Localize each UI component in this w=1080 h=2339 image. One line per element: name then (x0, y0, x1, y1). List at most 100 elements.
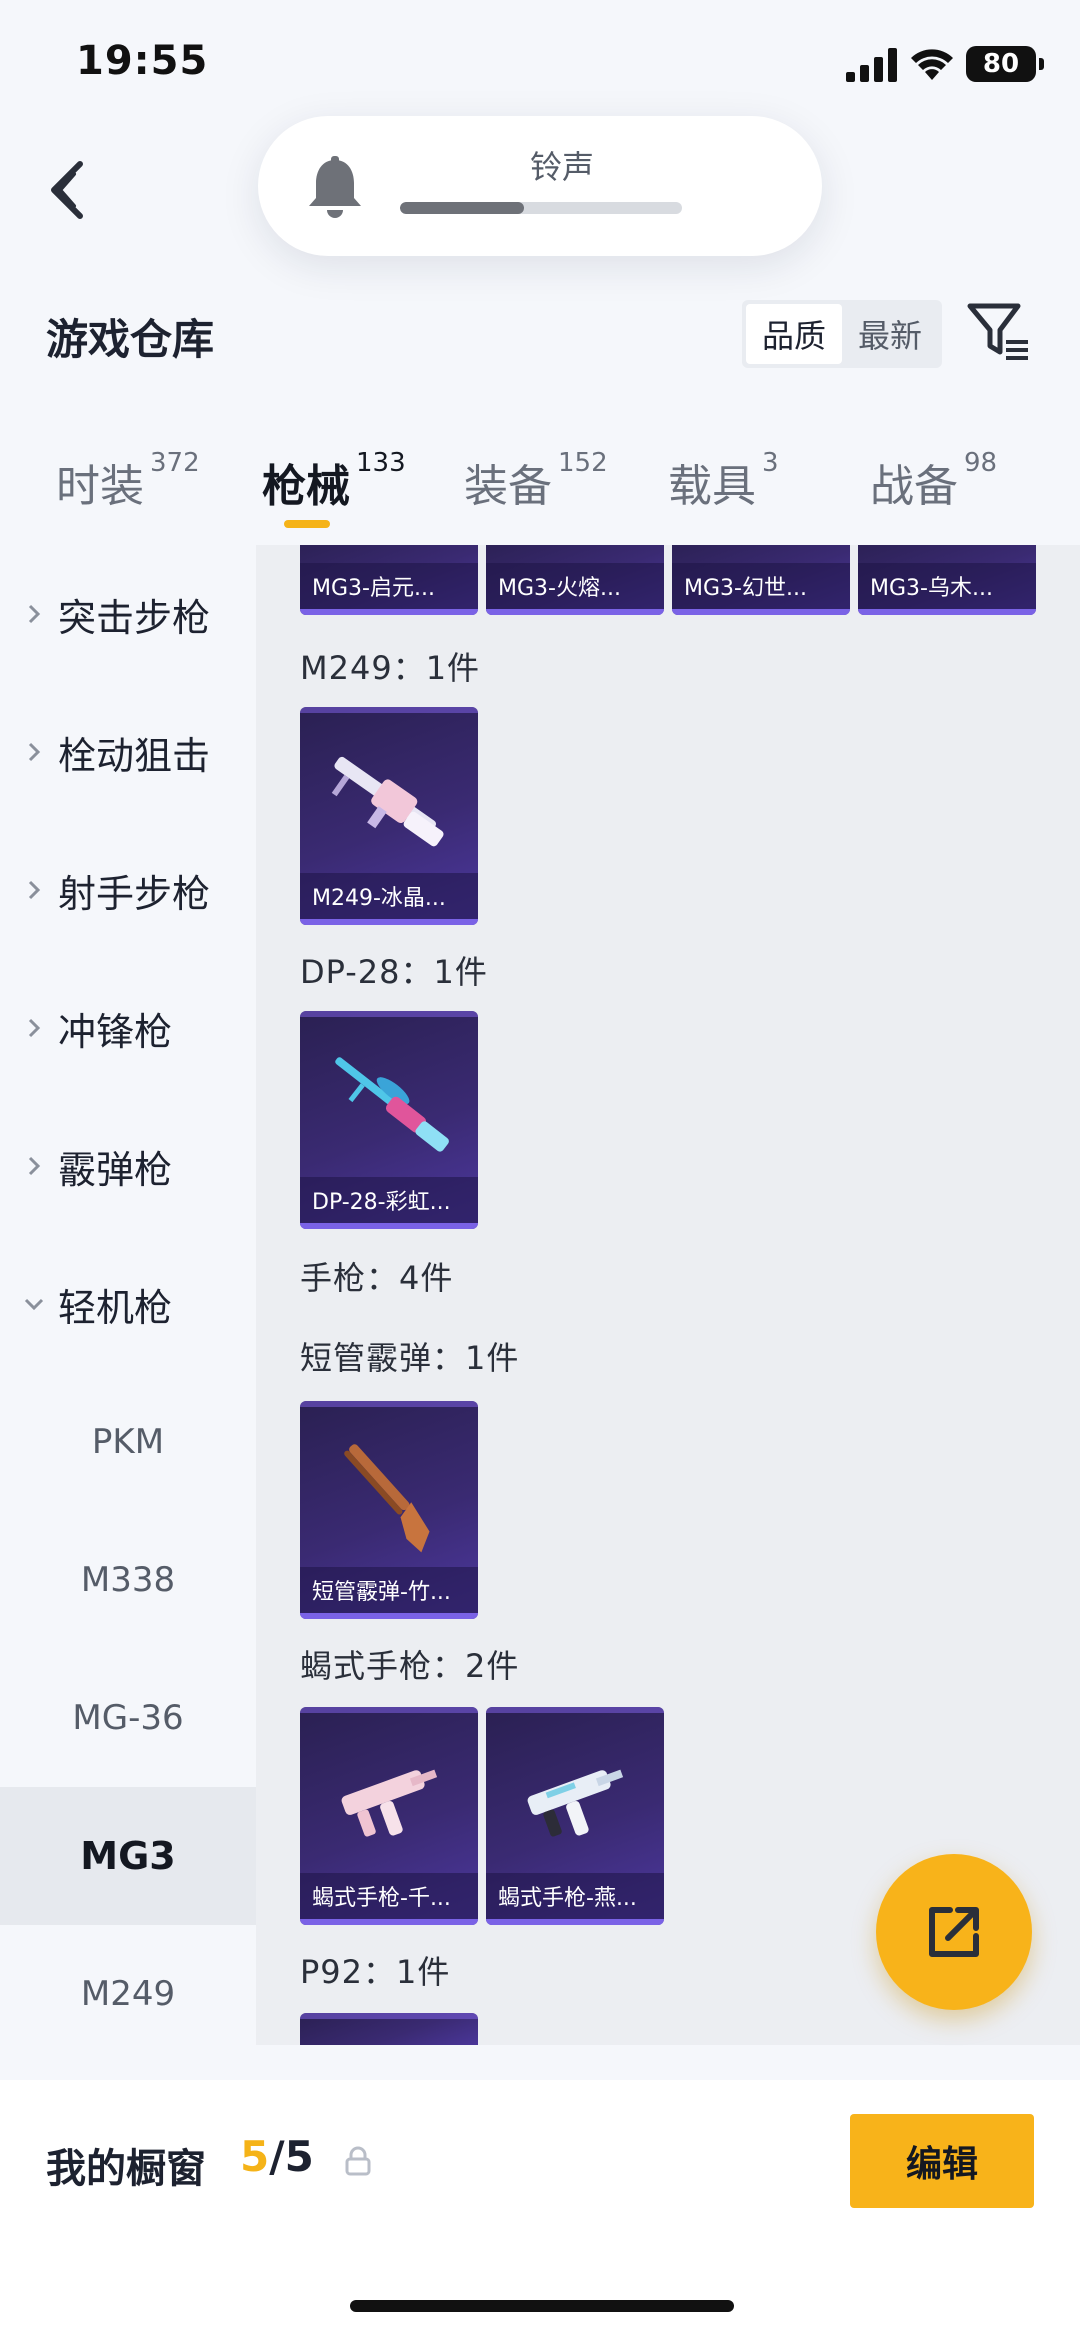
sidebar-item-bolt-sniper[interactable]: 栓动狙击 (0, 683, 256, 821)
tab-firearms[interactable]: 枪械 133 (262, 448, 406, 514)
sawed-off-shotgun-icon (344, 1444, 430, 1553)
tab-count: 98 (964, 448, 998, 478)
sidebar-subitem-mg36[interactable]: MG-36 (0, 1649, 256, 1787)
group-title: M249：1件 (300, 649, 481, 687)
sort-toggle: 品质 最新 (742, 300, 942, 368)
weapon-card[interactable]: MG3-幻世... (672, 545, 850, 615)
showcase-bar: 我的橱窗 5/5 编辑 (0, 2080, 1080, 2339)
chevron-right-icon (28, 880, 41, 900)
smg-pistol-icon (341, 1769, 438, 1837)
sort-newest-button[interactable]: 最新 (842, 304, 938, 364)
weapon-card[interactable]: 短管霰弹-竹... (300, 1401, 478, 1619)
sidebar-subitem-m249[interactable]: M249 (0, 1925, 256, 2063)
rarity-bar (300, 609, 478, 615)
share-export-icon (929, 1907, 979, 1957)
status-bar: 19:55 80 (0, 0, 1080, 120)
rarity-bar (858, 609, 1036, 615)
card-stripe (300, 1401, 478, 1407)
home-indicator (350, 2300, 734, 2312)
weapon-card[interactable]: MG3-火熔... (486, 545, 664, 615)
card-stripe (300, 707, 478, 713)
weapon-card[interactable]: MG3-乌木... (858, 545, 1036, 615)
rarity-bar (486, 609, 664, 615)
bell-icon (309, 156, 361, 218)
tab-count: 152 (558, 448, 608, 478)
showcase-count: 5/5 (240, 2132, 314, 2181)
weapon-card[interactable]: DP-28-彩虹... (300, 1011, 478, 1229)
sidebar-item-label: 突击步枪 (58, 595, 211, 640)
rarity-bar (486, 1919, 664, 1925)
chevron-right-icon (28, 1156, 41, 1176)
ringtone-volume-popup[interactable]: 铃声 (258, 116, 822, 256)
group-title: P92：1件 (300, 1953, 451, 1991)
sidebar-item-label: 轻机枪 (58, 1285, 173, 1330)
weapon-card-name: 蝎式手枪-燕... (486, 1873, 664, 1919)
filter-button[interactable] (964, 298, 1034, 368)
weapon-card-name: 短管霰弹-竹... (300, 1567, 478, 1613)
tab-count: 372 (150, 448, 200, 478)
sidebar-item-shotgun[interactable]: 霰弹枪 (0, 1097, 256, 1235)
weapon-card-name: MG3-幻世... (672, 563, 850, 609)
sidebar-item-label: 射手步枪 (58, 871, 211, 916)
weapon-card[interactable]: M249-冰晶... (300, 707, 478, 925)
ringtone-label: 铃声 (529, 148, 594, 186)
sidebar-item-assault-rifle[interactable]: 突击步枪 (0, 545, 256, 683)
tab-fashion[interactable]: 时装 372 (56, 448, 200, 514)
chevron-right-icon (28, 742, 41, 762)
sidebar-item-lmg[interactable]: 轻机枪 (0, 1235, 256, 1373)
card-stripe (300, 2013, 478, 2019)
rarity-bar (300, 1223, 478, 1229)
sidebar-subitem-mg3[interactable]: MG3 (0, 1787, 256, 1925)
tab-supplies[interactable]: 战备 98 (870, 448, 998, 514)
wifi-icon (911, 49, 953, 80)
weapon-card-name: 蝎式手枪-千... (300, 1873, 478, 1919)
weapon-card-name: DP-28-彩虹... (300, 1177, 478, 1223)
category-tabs: 时装 372 枪械 133 装备 152 载具 3 战备 98 (0, 430, 1080, 540)
tab-count: 3 (762, 448, 779, 478)
weapon-card-name: MG3-乌木... (858, 563, 1036, 609)
tab-label: 装备 (464, 461, 552, 512)
group-title: 蝎式手枪：2件 (300, 1647, 520, 1685)
tab-label: 枪械 (262, 461, 350, 512)
card-stripe (300, 1707, 478, 1713)
weapon-card-name: MG3-启元... (300, 563, 478, 609)
sort-quality-button[interactable]: 品质 (746, 304, 842, 364)
machine-gun-icon (331, 756, 444, 847)
back-button[interactable] (36, 150, 96, 230)
showcase-max: 5 (284, 2132, 314, 2181)
smg-pistol-icon (527, 1769, 624, 1837)
weapon-card[interactable]: 蝎式手枪-千... (300, 1707, 478, 1925)
sidebar-item-marksman-rifle[interactable]: 射手步枪 (0, 821, 256, 959)
sidebar-subitem-m338[interactable]: M338 (0, 1511, 256, 1649)
chevron-right-icon (28, 604, 41, 624)
showcase-separator: / (269, 2132, 285, 2181)
weapon-card-name: M249-冰晶... (300, 873, 478, 919)
edit-button[interactable]: 编辑 (850, 2114, 1034, 2208)
rarity-bar (672, 609, 850, 615)
rifle-icon (335, 1057, 449, 1152)
rarity-bar (300, 919, 478, 925)
sidebar-item-label: 栓动狙击 (58, 733, 211, 778)
tab-label: 载具 (668, 461, 756, 512)
weapon-card[interactable]: 蝎式手枪-燕... (486, 1707, 664, 1925)
card-stripe (486, 1707, 664, 1713)
sidebar-subitem-pkm[interactable]: PKM (0, 1373, 256, 1511)
tab-label: 时装 (56, 461, 144, 512)
ringtone-volume-slider[interactable] (400, 202, 682, 214)
showcase-label: 我的橱窗 (46, 2146, 206, 2192)
filter-icon (967, 303, 1028, 360)
share-button[interactable] (876, 1854, 1032, 2010)
sidebar-item-smg[interactable]: 冲锋枪 (0, 959, 256, 1097)
chevron-right-icon (28, 1018, 41, 1038)
weapon-card[interactable] (300, 2013, 478, 2045)
page-title: 游戏仓库 (46, 315, 215, 364)
chevron-down-icon (24, 1298, 44, 1311)
tab-equipment[interactable]: 装备 152 (464, 448, 608, 514)
tab-vehicles[interactable]: 载具 3 (668, 448, 779, 514)
sidebar-item-label: 霰弹枪 (58, 1147, 173, 1192)
weapon-category-sidebar: 突击步枪 栓动狙击 射手步枪 冲锋枪 霰弹枪 轻机枪 PKM M338 MG-3… (0, 545, 256, 2045)
sidebar-item-label: 冲锋枪 (58, 1009, 173, 1054)
group-title: 手枪：4件 (300, 1259, 454, 1297)
cellular-signal-icon (846, 48, 897, 82)
weapon-card[interactable]: MG3-启元... (300, 545, 478, 615)
